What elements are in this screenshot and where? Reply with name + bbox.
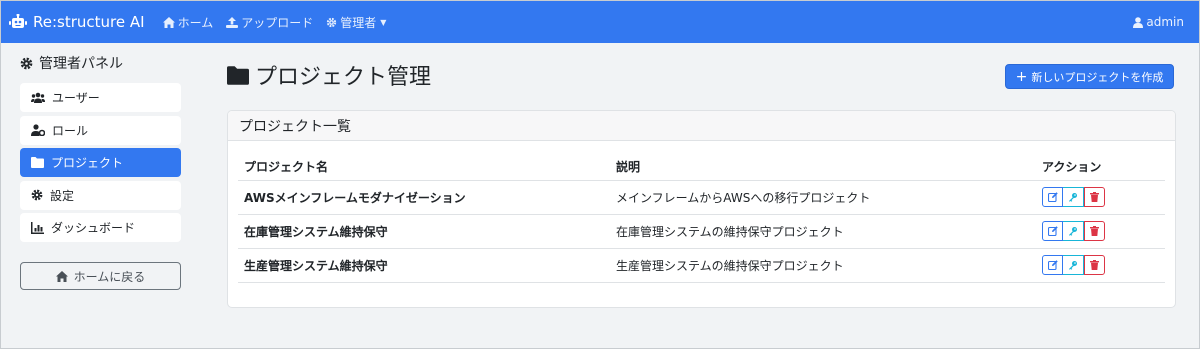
row-actions xyxy=(1036,248,1165,283)
back-to-home-button[interactable]: ホームに戻る xyxy=(20,262,181,290)
table-row: 在庫管理システム維持保守 在庫管理システムの維持保守プロジェクト xyxy=(238,214,1165,249)
chevron-down-icon: ▼ xyxy=(380,17,387,27)
key-icon xyxy=(1069,193,1077,202)
trash-icon xyxy=(1090,226,1099,236)
sidebar-item-label: ダッシュボード xyxy=(51,221,136,235)
sidebar-item-settings[interactable]: 設定 xyxy=(20,180,181,210)
users-icon xyxy=(31,92,45,103)
project-description: 在庫管理システムの維持保守プロジェクト xyxy=(610,214,1036,249)
page-title: プロジェクト管理 xyxy=(227,59,431,91)
key-button[interactable] xyxy=(1063,221,1084,241)
navbar: Re:structure AI ホーム アップロード 管理者 ▼ admin xyxy=(1,1,1199,43)
brand[interactable]: Re:structure AI xyxy=(9,13,145,31)
table-row: AWSメインフレームモダナイゼーション メインフレームからAWSへの移行プロジェ… xyxy=(238,180,1165,215)
key-button[interactable] xyxy=(1063,255,1084,275)
column-header-description: 説明 xyxy=(610,154,1036,181)
sidebar-title: 管理者パネル xyxy=(20,53,181,73)
delete-button[interactable] xyxy=(1084,255,1105,275)
card-header: プロジェクト一覧 xyxy=(228,111,1175,141)
project-name: 在庫管理システム維持保守 xyxy=(238,214,610,249)
sidebar-item-label: プロジェクト xyxy=(51,156,124,170)
nav-link-admin-label: 管理者 xyxy=(340,15,377,30)
project-description: メインフレームからAWSへの移行プロジェクト xyxy=(610,180,1036,215)
user-gear-icon xyxy=(31,124,45,136)
edit-button[interactable] xyxy=(1042,255,1063,275)
nav-link-upload[interactable]: アップロード xyxy=(226,14,313,31)
page-title-text: プロジェクト管理 xyxy=(255,65,432,90)
project-description: 生産管理システムの維持保守プロジェクト xyxy=(610,248,1036,283)
edit-button[interactable] xyxy=(1042,187,1063,207)
edit-button[interactable] xyxy=(1042,221,1063,241)
key-icon xyxy=(1069,227,1077,236)
table-row: 生産管理システム維持保守 生産管理システムの維持保守プロジェクト xyxy=(238,248,1165,283)
sidebar-item-roles[interactable]: ロール xyxy=(20,115,181,145)
folder-icon xyxy=(227,65,249,85)
user-menu[interactable]: admin xyxy=(1133,1,1184,43)
nav-links: ホーム アップロード 管理者 ▼ xyxy=(162,14,400,31)
nav-link-home-label: ホーム xyxy=(177,15,214,30)
trash-icon xyxy=(1090,192,1099,202)
chart-icon xyxy=(31,221,44,234)
column-header-actions: アクション xyxy=(1036,154,1165,181)
gear-icon xyxy=(327,17,337,27)
sidebar-item-users[interactable]: ユーザー xyxy=(20,83,181,112)
key-icon xyxy=(1069,261,1077,270)
edit-icon xyxy=(1047,226,1058,236)
create-project-button[interactable]: + 新しいプロジェクトを作成 xyxy=(1005,64,1174,89)
project-list-card: プロジェクト一覧 プロジェクト名 説明 アクション AWSメインフレームモダナイ… xyxy=(227,110,1176,308)
row-actions xyxy=(1036,214,1165,249)
gear-icon xyxy=(31,189,43,201)
admin-sidebar: 管理者パネル ユーザー ロール プロジェクト 設定 ダッシュボード ホームに戻る xyxy=(20,53,181,290)
card-title: プロジェクト一覧 xyxy=(239,118,351,135)
edit-icon xyxy=(1047,260,1058,270)
gear-icon xyxy=(20,57,33,69)
delete-button[interactable] xyxy=(1084,187,1105,207)
row-actions xyxy=(1036,180,1165,215)
sidebar-title-label: 管理者パネル xyxy=(39,56,123,72)
sidebar-item-dashboard[interactable]: ダッシュボード xyxy=(20,213,181,242)
nav-link-home[interactable]: ホーム xyxy=(162,14,214,31)
home-icon xyxy=(162,16,175,28)
back-to-home-label: ホームに戻る xyxy=(73,269,146,284)
table-header-row: プロジェクト名 説明 アクション xyxy=(238,154,1165,181)
brand-name: Re:structure AI xyxy=(33,13,145,31)
project-table: プロジェクト名 説明 アクション AWSメインフレームモダナイゼーション メイン… xyxy=(238,154,1165,283)
sidebar-item-label: ユーザー xyxy=(52,91,100,105)
sidebar-item-projects[interactable]: プロジェクト xyxy=(20,148,181,177)
nav-link-upload-label: アップロード xyxy=(241,15,314,30)
project-name: AWSメインフレームモダナイゼーション xyxy=(238,180,610,215)
user-name: admin xyxy=(1146,15,1184,29)
robot-logo-icon xyxy=(9,14,27,28)
project-name: 生産管理システム維持保守 xyxy=(238,248,610,283)
sidebar-item-label: ロール xyxy=(52,123,89,138)
sidebar-item-label: 設定 xyxy=(50,188,75,203)
delete-button[interactable] xyxy=(1084,221,1105,241)
upload-icon xyxy=(226,16,239,28)
key-button[interactable] xyxy=(1063,187,1084,207)
create-project-label: 新しいプロジェクトを作成 xyxy=(1031,70,1164,84)
trash-icon xyxy=(1090,260,1099,270)
nav-link-admin-dropdown[interactable]: 管理者 ▼ xyxy=(326,14,386,31)
user-icon xyxy=(1133,16,1144,28)
folder-icon xyxy=(31,157,44,168)
plus-icon: + xyxy=(1015,68,1028,85)
edit-icon xyxy=(1047,192,1058,202)
column-header-name: プロジェクト名 xyxy=(238,154,610,181)
home-icon xyxy=(55,270,68,282)
